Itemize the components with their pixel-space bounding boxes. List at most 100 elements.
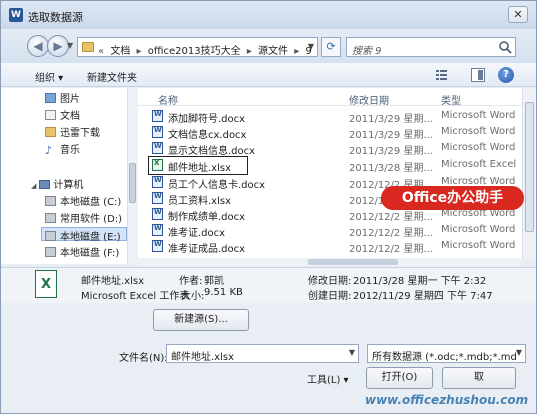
details-created: 2012/11/29 星期四 下午 7:47 [353,291,493,302]
details-author-label: 作者: [179,276,203,287]
search-icon [499,41,512,54]
drive-icon [45,213,56,223]
file-name: 员工资料.xlsx [168,196,232,207]
table-row[interactable]: 文档信息cx.docx 2011/3/29 星期... Microsoft Wo… [148,125,520,141]
details-modified: 2011/3/28 星期一 下午 2:32 [353,276,487,287]
breadcrumb: « 文档 ▸ office2013技巧大全 ▸ 源文件 ▸ 9 [98,42,315,57]
sidebar-item-music[interactable]: ♪ 音乐 [45,141,80,156]
sidebar-item-computer[interactable]: ◢ 计算机 [31,176,83,191]
sidebar-item-drive-c[interactable]: 本地磁盘 (C:) [45,193,121,208]
word-file-icon [152,176,163,188]
details-filetype: Microsoft Excel 工作表 [81,291,190,302]
chevron-right-icon: ▸ [136,46,142,57]
excel-file-icon [152,159,163,171]
word-file-icon [152,192,163,204]
computer-icon [39,180,51,189]
recent-locations-dropdown[interactable]: ▼ [67,41,73,50]
column-header-name[interactable]: 名称 [158,92,178,107]
word-file-icon [152,126,163,138]
column-header-type[interactable]: 类型 [441,92,461,107]
sidebar-item-pictures[interactable]: 图片 [45,90,80,105]
table-row[interactable]: 添加脚符号.docx 2011/3/29 星期... Microsoft Wor… [148,109,520,125]
file-type-value: 所有数据源 (*.odc;*.mdb;*.md [372,352,517,363]
folder-icon [45,127,56,137]
column-headers: 名称 修改日期 类型 [138,88,522,107]
table-row[interactable]: 准考证.docx 2012/12/2 星期... Microsoft Word [148,223,520,239]
sidebar-item-thunder-downloads[interactable]: 迅雷下载 [45,124,100,139]
word-file-icon [152,142,163,154]
table-row[interactable]: 显示文档信息.docx 2011/3/29 星期... Microsoft Wo… [148,141,520,157]
file-type: Microsoft Word [441,142,516,153]
filename-value: 邮件地址.xlsx [171,352,235,363]
word-file-icon [152,110,163,122]
file-list-scrollbar[interactable] [522,88,536,258]
sidebar-item-drive-e[interactable]: 本地磁盘 (E:) [41,227,127,243]
scrollbar-thumb[interactable] [525,102,534,232]
back-button[interactable]: ◀ [27,35,49,57]
address-bar[interactable]: « 文档 ▸ office2013技巧大全 ▸ 源文件 ▸ 9 ▼ [77,37,318,57]
file-date: 2011/3/29 星期... [349,130,433,141]
file-type: Microsoft Word [441,110,516,121]
close-icon: ✕ [513,8,523,21]
pictures-icon [45,93,56,103]
view-options-icon[interactable] [435,68,449,82]
forward-button[interactable]: ▶ [47,35,69,57]
new-folder-button[interactable]: 新建文件夹 [87,69,137,84]
help-icon[interactable]: ? [498,67,514,83]
table-row[interactable]: 准考证成品.docx 2012/12/2 星期... Microsoft Wor… [148,239,520,255]
column-header-modified[interactable]: 修改日期 [349,92,389,107]
expand-arrow-icon: ◢ [31,182,37,190]
arrow-right-icon: ▶ [53,39,63,53]
chevron-down-icon[interactable]: ▼ [516,348,522,357]
refresh-button[interactable]: ⟳ [321,37,341,57]
file-date: 2012/12/2 星期... [349,228,433,239]
search-box[interactable]: 搜索 9 [346,37,516,57]
chevron-right-icon: ▸ [294,46,300,57]
file-name: 邮件地址.xlsx [168,163,232,174]
breadcrumb-item[interactable]: office2013技巧大全 [148,46,241,57]
organize-menu[interactable]: 组织 ▾ [35,69,63,84]
open-button[interactable]: 打开(O) [366,367,433,389]
file-date: 2011/3/29 星期... [349,146,433,157]
preview-pane-icon[interactable] [471,68,485,82]
excel-file-icon [35,270,57,298]
chevron-right-icon: ▸ [246,46,252,57]
file-type: Microsoft Word [441,240,516,251]
watermark-badge: Office办公助手 [381,186,524,210]
filename-field[interactable]: 邮件地址.xlsx ▼ [166,344,359,363]
details-filename: 邮件地址.xlsx [81,276,145,287]
details-size-label: 大小: [181,291,205,302]
file-name: 员工个人信息卡.docx [168,180,266,191]
scrollbar-thumb[interactable] [308,259,398,265]
word-file-icon [152,240,163,252]
sidebar-item-drive-d[interactable]: 常用软件 (D:) [45,210,122,225]
cancel-button[interactable]: 取 [442,367,516,389]
breadcrumb-item[interactable]: 文档 [110,46,130,57]
navigation-pane: 图片 文档 迅雷下载 ♪ 音乐 ◢ 计算机 本地磁盘 (C:) 常用软件 (D:) … [1,88,137,264]
search-input[interactable]: 搜索 9 [352,42,382,57]
address-dropdown-icon[interactable]: ▼ [308,42,314,51]
chevron-down-icon[interactable]: ▼ [349,348,355,357]
file-type-select[interactable]: 所有数据源 (*.odc;*.mdb;*.md ▼ [367,344,526,363]
scrollbar-thumb[interactable] [129,163,136,203]
tools-menu[interactable]: 工具(L) ▾ [307,371,349,386]
breadcrumb-item[interactable]: 源文件 [258,46,288,57]
horizontal-scrollbar[interactable] [138,258,522,266]
command-bar: 组织 ▾ 新建文件夹 ? [1,63,536,87]
close-button[interactable]: ✕ [508,6,528,23]
new-source-button[interactable]: 新建源(S)... [153,309,249,331]
file-date: 2011/3/28 星期... [349,163,433,174]
file-list: 名称 修改日期 类型 添加脚符号.docx 2011/3/29 星期... Mi… [138,88,522,258]
sidebar-item-documents[interactable]: 文档 [45,107,80,122]
arrow-left-icon: ◀ [33,39,43,53]
folder-icon [82,42,94,52]
details-pane: 邮件地址.xlsx Microsoft Excel 工作表 作者: 郭凯 大小:… [1,267,536,303]
sidebar-item-drive-f[interactable]: 本地磁盘 (F:) [45,244,119,259]
details-created-label: 创建日期: [308,291,352,302]
word-app-icon: W [9,8,23,22]
file-name: 添加脚符号.docx [168,114,246,125]
file-date: 2012/12/2 星期... [349,212,433,223]
word-file-icon [152,224,163,236]
sidebar-scrollbar[interactable] [127,88,137,264]
table-row-selected[interactable]: 邮件地址.xlsx 2011/3/28 星期... Microsoft Exce… [148,156,520,175]
